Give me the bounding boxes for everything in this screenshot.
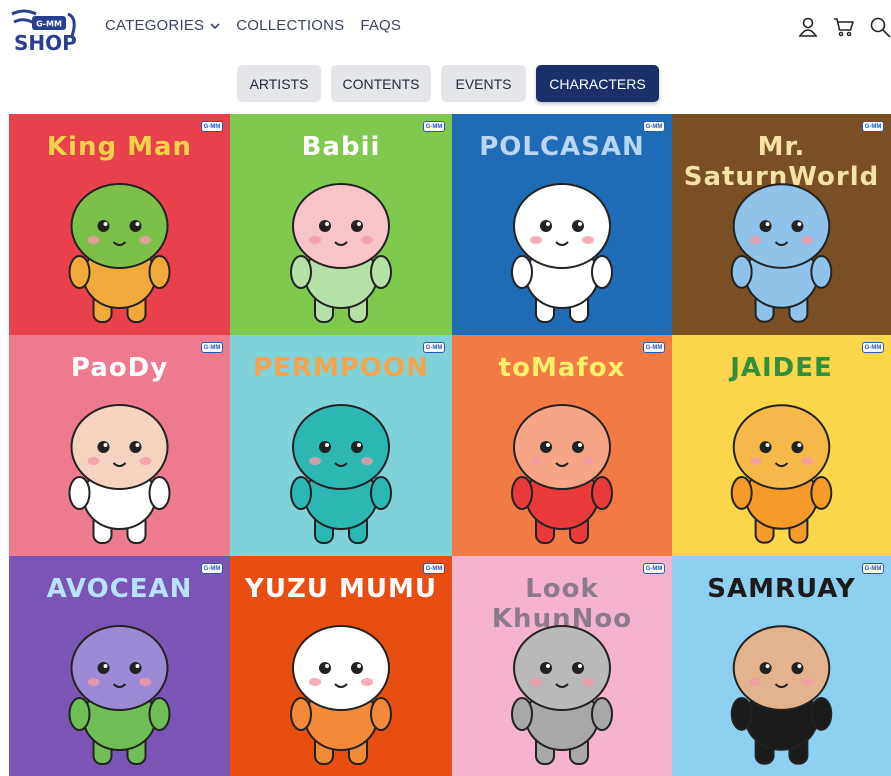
search-icon[interactable] xyxy=(869,16,891,38)
character-name: SAMRUAY xyxy=(707,574,856,604)
gmm-badge-icon: G-MM xyxy=(423,121,445,132)
character-illustration xyxy=(511,625,613,765)
character-illustration xyxy=(511,404,613,544)
character-card[interactable]: G-MM Look KhunNoo xyxy=(452,556,672,776)
character-name: King Man xyxy=(46,132,193,162)
header-actions xyxy=(797,16,891,38)
gmm-badge-icon: G-MM xyxy=(643,342,665,353)
tab-contents[interactable]: CONTENTS xyxy=(331,65,431,102)
user-icon[interactable] xyxy=(797,16,819,38)
character-illustration xyxy=(68,183,171,323)
gmm-badge-icon: G-MM xyxy=(201,121,223,132)
site-header: G-MM SHOP CATEGORIES COLLECTIONS FAQS xyxy=(0,0,891,60)
character-card[interactable]: G-MM POLCASAN xyxy=(452,114,672,335)
gmm-badge-icon: G-MM xyxy=(862,121,884,132)
chevron-down-icon xyxy=(210,22,220,29)
gmm-badge-icon: G-MM xyxy=(862,342,884,353)
character-card[interactable]: G-MM Mr. SaturnWorld xyxy=(672,114,891,335)
character-name: toMafox xyxy=(498,353,626,383)
character-name: JAIDEE xyxy=(730,353,833,383)
character-card[interactable]: G-MM King Man xyxy=(9,114,230,335)
character-card[interactable]: G-MM AVOCEAN xyxy=(9,556,230,776)
character-card[interactable]: G-MM SAMRUAY xyxy=(672,556,891,776)
character-illustration xyxy=(68,625,171,765)
nav-faqs-label: FAQS xyxy=(360,17,402,34)
character-name: PERMPOON xyxy=(253,353,429,383)
character-grid: G-MM King Man G-MM Babii G-MM POLCASAN G-MM Mr.… xyxy=(9,114,891,776)
gmm-badge-icon: G-MM xyxy=(643,121,665,132)
nav-collections[interactable]: COLLECTIONS xyxy=(236,17,344,34)
category-tabs: ARTISTS CONTENTS EVENTS CHARACTERS xyxy=(237,65,659,102)
character-name: AVOCEAN xyxy=(46,574,193,604)
character-card[interactable]: G-MM toMafox xyxy=(452,335,672,556)
gmm-badge-icon: G-MM xyxy=(423,342,445,353)
gmm-badge-icon: G-MM xyxy=(201,563,223,574)
character-card[interactable]: G-MM PaoDy xyxy=(9,335,230,556)
character-name: PaoDy xyxy=(70,353,169,383)
tab-characters[interactable]: CHARACTERS xyxy=(536,65,659,102)
nav-categories-label: CATEGORIES xyxy=(105,17,205,34)
character-name: Babii xyxy=(301,132,381,162)
logo-badge-text: G-MM xyxy=(36,20,62,29)
tab-events[interactable]: EVENTS xyxy=(441,65,526,102)
nav-categories[interactable]: CATEGORIES xyxy=(105,17,220,34)
character-illustration xyxy=(290,404,392,544)
gmm-shop-logo[interactable]: G-MM SHOP xyxy=(8,8,84,56)
character-card[interactable]: G-MM YUZU MUMU xyxy=(230,556,452,776)
character-card[interactable]: G-MM JAIDEE xyxy=(672,335,891,556)
character-illustration xyxy=(68,404,171,544)
character-illustration xyxy=(730,404,833,544)
logo-text: SHOP xyxy=(14,31,77,55)
gmm-badge-icon: G-MM xyxy=(643,563,665,574)
character-illustration xyxy=(290,183,392,323)
character-name: POLCASAN xyxy=(479,132,645,162)
character-name: YUZU MUMU xyxy=(245,574,437,604)
tab-artists[interactable]: ARTISTS xyxy=(237,65,321,102)
character-illustration xyxy=(290,625,392,765)
nav-collections-label: COLLECTIONS xyxy=(236,17,345,34)
main-nav: CATEGORIES COLLECTIONS FAQS xyxy=(105,17,401,34)
character-card[interactable]: G-MM PERMPOON xyxy=(230,335,452,556)
nav-faqs[interactable]: FAQS xyxy=(360,17,401,34)
cart-icon[interactable] xyxy=(833,16,855,38)
character-illustration xyxy=(730,625,833,765)
character-card[interactable]: G-MM Babii xyxy=(230,114,452,335)
gmm-badge-icon: G-MM xyxy=(423,563,445,574)
gmm-badge-icon: G-MM xyxy=(862,563,884,574)
gmm-badge-icon: G-MM xyxy=(201,342,223,353)
character-illustration xyxy=(511,183,613,323)
character-illustration xyxy=(730,183,833,323)
